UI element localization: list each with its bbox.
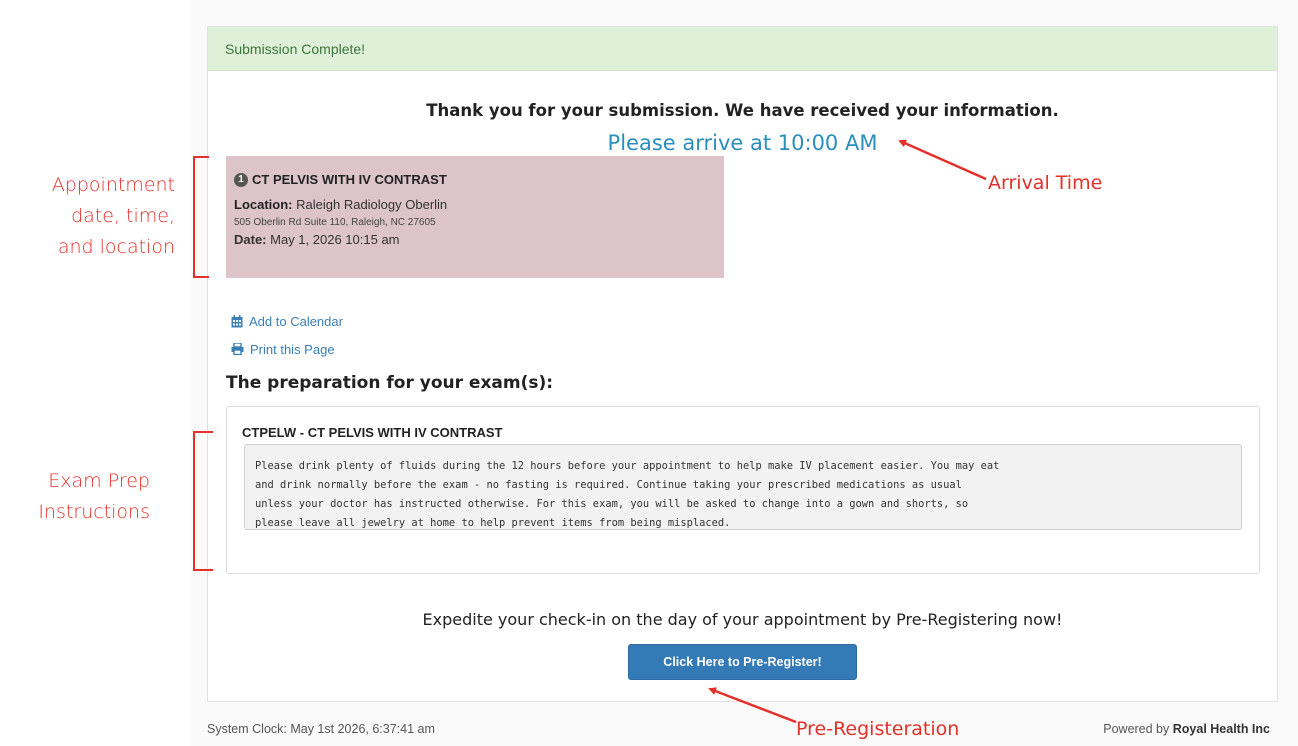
arrival-arrow — [898, 139, 987, 181]
pre-register-arrow — [708, 687, 797, 724]
annotation-arrows — [708, 139, 987, 724]
